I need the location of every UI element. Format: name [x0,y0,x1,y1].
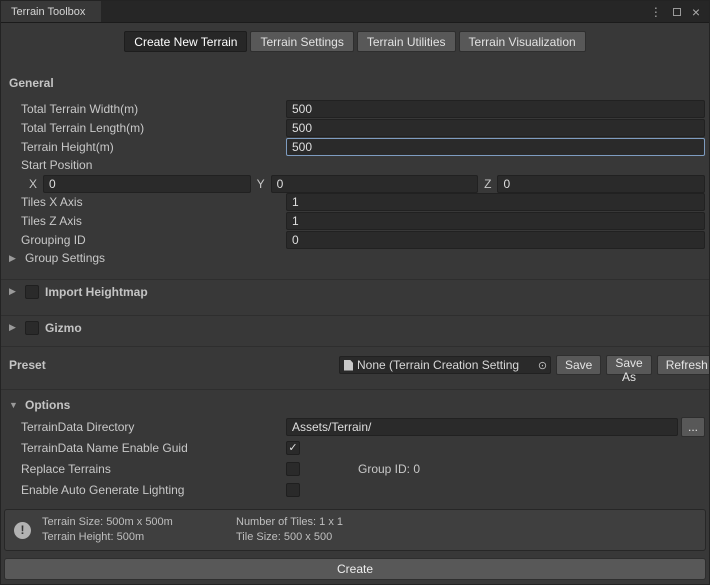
gizmo-label[interactable]: Gizmo [45,321,82,335]
tiles-x-label: Tiles X Axis [21,195,286,209]
options-foldout[interactable]: ▼ Options [1,395,709,415]
terrain-size-text: Terrain Size: 500m x 500m [42,515,225,530]
start-position-label: Start Position [21,158,286,172]
total-terrain-width-row: Total Terrain Width(m) [1,100,709,119]
name-enable-guid-row: TerrainData Name Enable Guid ✓ [1,438,709,458]
check-icon: ✓ [288,443,297,454]
window-title: Terrain Toolbox [11,6,85,18]
name-enable-guid-label: TerrainData Name Enable Guid [21,441,286,455]
window-titlebar: Terrain Toolbox ⋮ × [1,1,709,23]
info-left-column: Terrain Size: 500m x 500m Terrain Height… [42,515,225,545]
auto-generate-lighting-checkbox[interactable] [286,483,300,497]
auto-generate-lighting-label: Enable Auto Generate Lighting [21,483,286,497]
group-id-readout: Group ID: 0 [358,462,420,476]
total-terrain-width-input[interactable] [286,100,705,118]
gizmo-section: ▶ Gizmo [1,315,709,340]
tab-terrain-settings[interactable]: Terrain Settings [250,31,353,52]
options-label: Options [25,398,70,412]
chevron-down-icon: ▼ [9,400,19,410]
chevron-right-icon[interactable]: ▶ [9,286,19,297]
total-terrain-length-row: Total Terrain Length(m) [1,119,709,138]
general-header: General [9,76,709,90]
tiles-x-row: Tiles X Axis [1,193,709,212]
save-button[interactable]: Save [556,355,601,375]
start-position-x-input[interactable] [43,175,251,193]
tab-terrain-visualization[interactable]: Terrain Visualization [459,31,586,52]
browse-button[interactable]: ... [681,417,705,437]
create-button[interactable]: Create [4,558,706,580]
terrain-toolbox-window: Terrain Toolbox ⋮ × Create New Terrain T… [0,0,710,585]
terrain-info-box: ! Terrain Size: 500m x 500m Terrain Heig… [4,509,706,551]
import-heightmap-checkbox[interactable] [25,285,39,299]
import-heightmap-label[interactable]: Import Heightmap [45,285,148,299]
tab-terrain-utilities[interactable]: Terrain Utilities [357,31,456,52]
tab-create-new-terrain[interactable]: Create New Terrain [124,31,247,52]
titlebar-icons: ⋮ × [650,1,709,22]
group-settings-foldout[interactable]: ▶ Group Settings [1,249,709,268]
preset-object-field[interactable]: None (Terrain Creation Setting ⊙ [339,356,551,374]
info-icon: ! [14,522,31,539]
tiles-z-input[interactable] [286,212,705,230]
import-heightmap-section: ▶ Import Heightmap [1,279,709,304]
replace-terrains-label: Replace Terrains [21,462,286,476]
x-axis-label: X [29,177,37,191]
preset-label: Preset [9,358,339,372]
total-terrain-width-label: Total Terrain Width(m) [21,102,286,116]
gizmo-checkbox[interactable] [25,321,39,335]
terrain-height-row: Terrain Height(m) [1,137,709,156]
preset-object-value: None (Terrain Creation Setting [357,358,535,372]
window-tab[interactable]: Terrain Toolbox [1,1,101,22]
name-enable-guid-checkbox[interactable]: ✓ [286,441,300,455]
group-settings-label: Group Settings [25,251,105,265]
start-position-z-input[interactable] [497,175,705,193]
terrain-height-input[interactable] [286,138,705,156]
menu-icon[interactable]: ⋮ [650,5,662,19]
refresh-button[interactable]: Refresh [657,355,710,375]
start-position-y-input[interactable] [271,175,479,193]
start-position-row: Start Position [1,156,709,175]
replace-terrains-row: Replace Terrains Group ID: 0 [1,459,709,479]
grouping-id-input[interactable] [286,231,705,249]
info-right-column: Number of Tiles: 1 x 1 Tile Size: 500 x … [236,515,343,545]
options-section: ▼ Options TerrainData Directory ... Terr… [1,389,709,501]
object-picker-icon[interactable]: ⊙ [535,357,550,373]
z-axis-label: Z [484,177,491,191]
file-icon [344,360,353,371]
terraindata-directory-input[interactable] [286,418,678,436]
y-axis-label: Y [257,177,265,191]
save-as-button[interactable]: Save As [606,355,651,375]
chevron-right-icon[interactable]: ▶ [9,322,19,333]
total-terrain-length-input[interactable] [286,119,705,137]
terraindata-directory-row: TerrainData Directory ... [1,417,709,437]
grouping-id-label: Grouping ID [21,233,286,247]
terrain-height-text: Terrain Height: 500m [42,530,225,545]
terrain-height-label: Terrain Height(m) [21,140,286,154]
grouping-id-row: Grouping ID [1,230,709,249]
chevron-right-icon: ▶ [9,253,19,264]
tile-size-text: Tile Size: 500 x 500 [236,530,343,545]
tiles-x-input[interactable] [286,193,705,211]
total-terrain-length-label: Total Terrain Length(m) [21,121,286,135]
tiles-z-row: Tiles Z Axis [1,212,709,231]
titlebar-spacer [101,1,649,22]
number-of-tiles-text: Number of Tiles: 1 x 1 [236,515,343,530]
start-position-xyz-row: X Y Z [1,175,709,194]
maximize-icon[interactable] [673,8,681,16]
auto-generate-lighting-row: Enable Auto Generate Lighting [1,480,709,500]
replace-terrains-checkbox[interactable] [286,462,300,476]
tiles-z-label: Tiles Z Axis [21,214,286,228]
preset-row: Preset None (Terrain Creation Setting ⊙ … [1,346,709,383]
terraindata-directory-label: TerrainData Directory [21,420,286,434]
close-icon[interactable]: × [692,5,700,19]
mode-tabs: Create New Terrain Terrain Settings Terr… [1,31,709,52]
